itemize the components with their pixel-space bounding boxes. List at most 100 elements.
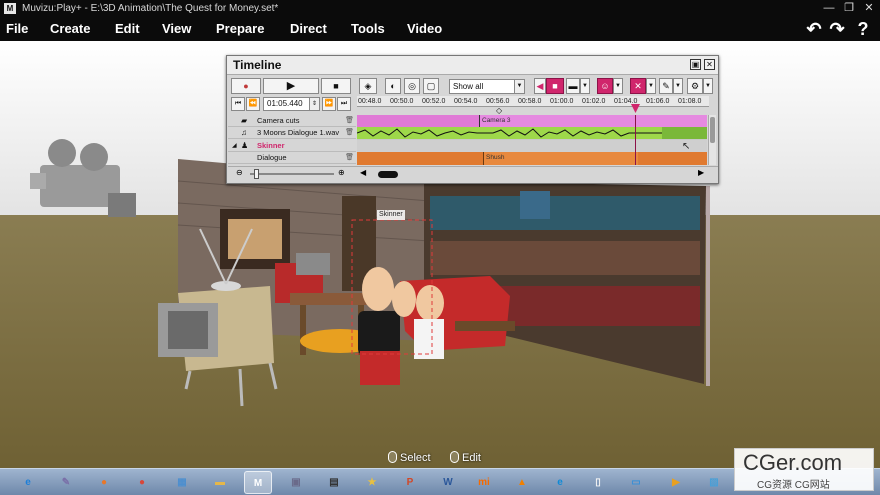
camera-clip[interactable]: Camera 3 [479,115,707,127]
transform-options-chevron-icon[interactable]: ▼ [646,78,656,94]
chrome-icon[interactable]: ● [128,471,156,494]
target-icon[interactable]: ◎ [404,78,420,94]
prev-marker-icon[interactable]: ◀ [534,78,546,94]
image-icon[interactable]: ▨ [700,471,728,494]
watermark-subtitle: CG资源 CG网站 [757,480,830,491]
settings-gear-icon[interactable]: ⚙ [687,78,703,94]
track-dialogue[interactable]: Dialogue 🗑 [228,152,356,164]
close-button[interactable]: ✕ [860,0,878,17]
zoom-in-icon[interactable]: ⊕ [338,168,345,177]
ruler-tick: 01:00.0 [550,98,574,105]
go-end-icon[interactable]: ⏭ [337,97,351,111]
screen-icon[interactable]: ▢ [423,78,439,94]
camera-record-icon[interactable]: ■ [546,78,564,94]
media-player-icon[interactable]: ▶ [662,471,690,494]
record-button[interactable]: ● [231,78,261,94]
menu-video[interactable]: Video [407,17,442,41]
record-mode-icon[interactable]: ◐ [385,78,401,94]
internet-explorer-icon[interactable]: e [14,471,42,494]
ruler-tick: 00:54.0 [454,98,478,105]
film-icon[interactable]: ▤ [320,471,348,494]
timecode-spinner-icon: ⇕ [309,98,319,110]
camera-options-chevron-icon[interactable]: ▼ [580,78,590,94]
track-name: Dialogue [257,153,287,162]
step-forward-icon[interactable]: ⏩ [322,97,336,111]
menu-direct[interactable]: Direct [290,17,327,41]
edge-icon[interactable]: e [546,471,574,494]
menu-bar: File Create Edit View Prepare Direct Too… [0,17,880,41]
audio-waveform [357,128,662,138]
timecode-field[interactable]: 01:05.440 ⇕ [263,97,320,111]
video-camera-icon[interactable]: ▬ [566,78,580,94]
folder-icon[interactable]: ▬ [206,471,234,494]
add-key-icon[interactable]: ◈ [359,78,377,94]
timeline-close-icon[interactable]: ✕ [704,59,715,70]
menu-tools[interactable]: Tools [351,17,385,41]
minimize-button[interactable]: — [820,0,838,17]
ruler-tick: 00:58.0 [518,98,542,105]
trash-icon[interactable]: 🗑 [345,152,354,164]
hint-edit: Edit [450,451,481,464]
word-icon[interactable]: W [434,471,462,494]
track-vertical-scrollbar[interactable] [708,115,716,165]
track-audio[interactable]: ♫ 3 Moons Dialogue 1.wav 🗑 [228,127,356,139]
menu-prepare[interactable]: Prepare [216,17,264,41]
track-lanes[interactable]: Camera 3 Shush ↖ [357,115,707,165]
ruler-tick: 01:08.0 [678,98,702,105]
star-icon[interactable]: ★ [358,471,386,494]
audio-clip-tail [662,127,707,139]
redo-icon[interactable]: ↷ [826,19,848,39]
time-ruler[interactable]: 00:48.0 00:50.0 00:52.0 00:54.0 00:56.0 … [357,96,709,107]
playhead[interactable] [635,115,636,165]
track-list: ▰ Camera cuts 🗑 ♫ 3 Moons Dialogue 1.wav… [228,115,356,165]
settings-chevron-icon[interactable]: ▼ [703,78,713,94]
character-options-chevron-icon[interactable]: ▼ [613,78,623,94]
scroll-left-icon[interactable]: ◀ [360,168,366,177]
network-icon[interactable]: ▦ [168,471,196,494]
menu-create[interactable]: Create [50,17,90,41]
track-character[interactable]: ◢ ♟ Skinner [228,140,356,152]
muvizu-icon[interactable]: M [244,471,272,494]
track-filter-select[interactable]: Show all ▼ [449,79,525,94]
menu-edit[interactable]: Edit [115,17,140,41]
trash-icon[interactable]: 🗑 [345,115,354,127]
play-button[interactable]: ▶ [263,78,319,94]
step-back-icon[interactable]: ⏪ [246,97,260,111]
camera-clip-label: Camera 3 [482,117,511,124]
character-record-icon[interactable]: ☺ [597,78,613,94]
track-camera-cuts[interactable]: ▰ Camera cuts 🗑 [228,115,356,127]
help-icon[interactable]: ? [852,19,874,39]
pen-options-chevron-icon[interactable]: ▼ [673,78,683,94]
keyframe-marker-icon[interactable]: ◇ [496,106,502,115]
powerpoint-icon[interactable]: P [396,471,424,494]
firefox-icon[interactable]: ● [90,471,118,494]
collapse-triangle-icon[interactable]: ◢ [232,140,237,152]
tools-icon[interactable]: ✎ [52,471,80,494]
vlc-icon[interactable]: ▲ [508,471,536,494]
scroll-right-icon[interactable]: ▶ [698,168,704,177]
go-start-icon[interactable]: ⏮ [231,97,245,111]
timeline-titlebar[interactable]: Timeline ▣ ✕ [227,56,718,75]
trash-icon[interactable]: 🗑 [345,127,354,139]
menu-file[interactable]: File [6,17,28,41]
dialogue-clip[interactable]: Shush [483,152,638,165]
xiaomi-icon[interactable]: mi [470,471,498,494]
save-icon[interactable]: ▣ [282,471,310,494]
camera-cuts-icon: ▰ [241,116,248,125]
screen-icon[interactable]: ▭ [622,471,650,494]
track-filter-value: Show all [453,82,484,91]
scrollbar-thumb[interactable] [710,117,715,143]
document-icon[interactable]: ▯ [584,471,612,494]
stop-button[interactable]: ■ [321,78,351,94]
menu-view[interactable]: View [162,17,191,41]
zoom-slider-thumb[interactable] [254,169,259,179]
mouse-right-icon [450,451,459,463]
timeline-dock-icon[interactable]: ▣ [690,59,701,70]
horizontal-scroll-thumb[interactable] [378,171,398,178]
undo-icon[interactable]: ↶ [803,19,825,39]
zoom-out-icon[interactable]: ⊖ [236,168,243,177]
zoom-slider-track[interactable] [250,173,334,175]
maximize-button[interactable]: ❐ [840,0,858,17]
pen-icon[interactable]: ✎ [659,78,673,94]
transform-icon[interactable]: ✕ [630,78,646,94]
